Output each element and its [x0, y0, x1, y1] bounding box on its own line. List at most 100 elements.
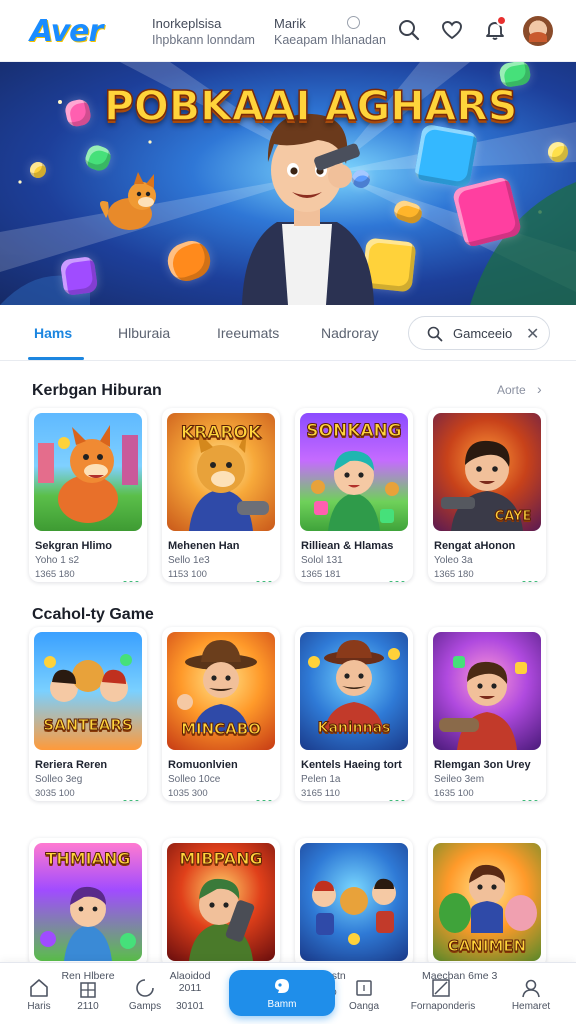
header-menu-2-title: Marik: [274, 16, 306, 31]
game-card[interactable]: CAYE Rengat aHonon Yoleo 3a 1365 180: [428, 408, 546, 582]
header-menu-2[interactable]: Marik Kaeapam Ihlanadan: [274, 16, 386, 48]
game-thumbnail: [34, 413, 142, 531]
game-meta: 3035 100: [35, 788, 75, 799]
more-options-icon[interactable]: [121, 572, 139, 582]
avatar[interactable]: [523, 16, 553, 46]
game-card[interactable]: THMIANG: [29, 838, 147, 968]
game-card[interactable]: MIBPANG: [162, 838, 280, 968]
chevron-right-icon[interactable]: ›: [537, 381, 542, 397]
game-meta: 1365 180: [35, 569, 75, 580]
game-title: Romuonlvien: [168, 759, 238, 771]
section-title: Kerbgan Hiburan: [32, 382, 162, 399]
grid-icon: [80, 982, 96, 998]
nav-forums-label: Fornaponderis: [410, 1001, 476, 1012]
more-options-icon[interactable]: [254, 791, 272, 801]
game-subtitle: Yoho 1 s2: [35, 555, 80, 566]
gem-decoration: [413, 123, 479, 189]
game-thumbnail-text: KRAROK: [180, 423, 262, 444]
header-menu-1[interactable]: Inorkeplsisa Ihpbkann lonndam: [152, 16, 255, 48]
game-thumbnail: THMIANG: [34, 843, 142, 961]
game-thumbnail: [433, 632, 541, 750]
game-title: Mehenen Han: [168, 540, 240, 552]
game-card[interactable]: MINCABO Romuonlvien Solleo 10ce 1035 300: [162, 627, 280, 801]
gem-decoration: [548, 142, 568, 162]
close-icon[interactable]: ✕: [526, 324, 539, 344]
gem-decoration: [59, 255, 99, 297]
game-title: Rlemgan 3on Urey: [434, 759, 531, 771]
nav-activity[interactable]: Alaoidod 2011 30101: [160, 963, 220, 1024]
game-thumbnail-text: SANTEARS: [43, 716, 133, 735]
tab-nadroray[interactable]: Nadroray: [321, 325, 379, 341]
tab-home[interactable]: Hams: [34, 325, 72, 341]
game-card[interactable]: CANIMEN: [428, 838, 546, 968]
game-meta: 1635 100: [434, 788, 474, 799]
search-input-value: Gamceeio: [453, 326, 513, 341]
nav-profile[interactable]: Hemaret: [506, 963, 556, 1024]
game-thumbnail: CAYE: [433, 413, 541, 531]
game-meta: 1365 180: [434, 569, 474, 580]
app-logo[interactable]: Aver: [30, 14, 103, 49]
game-title: Kentels Haeing tort: [301, 759, 402, 771]
gem-decoration: [30, 162, 46, 178]
game-thumbnail: SONKANG: [300, 413, 408, 531]
game-meta: 1365 181: [301, 569, 341, 580]
more-options-icon[interactable]: [520, 791, 538, 801]
game-title: Rilliean & Hlamas: [301, 540, 394, 552]
game-thumbnail: MINCABO: [167, 632, 275, 750]
game-thumbnail: MIBPANG: [167, 843, 275, 961]
game-subtitle: Sello 1e3: [168, 555, 210, 566]
more-options-icon[interactable]: [387, 572, 405, 582]
header-menu-1-title: Inorkeplsisa: [152, 16, 222, 31]
heart-icon[interactable]: [439, 17, 465, 43]
nav-activity-caption: Alaoidod 2011: [169, 970, 211, 994]
section-title: Ccahol-ty Game: [32, 606, 154, 623]
game-subtitle: Solleo 3eg: [35, 774, 83, 785]
more-options-icon[interactable]: [254, 572, 272, 582]
search-input[interactable]: Gamceeio ✕: [408, 316, 550, 350]
nav-hiburan[interactable]: Ren Hlbere 2110: [56, 963, 120, 1024]
nav-play-label: Bamm: [267, 999, 297, 1010]
game-card[interactable]: [295, 838, 413, 968]
game-thumbnail-text: MINCABO: [181, 720, 262, 739]
game-thumbnail-text: THMIANG: [45, 849, 131, 869]
game-card[interactable]: SONKANG Rilliean & Hlamas Solol 131 1365…: [295, 408, 413, 582]
game-thumbnail: SANTEARS: [34, 632, 142, 750]
home-icon: [30, 979, 48, 997]
nav-hiburan-label: 2110: [77, 1001, 99, 1012]
game-subtitle: Solleo 10ce: [168, 774, 221, 785]
header-menu-1-subtitle: Ihpbkann lonndam: [152, 33, 255, 47]
notification-badge: [496, 15, 507, 26]
nav-forums[interactable]: Maecban 6me 3 Fornaponderis: [408, 963, 498, 1024]
game-meta: 3165 110: [301, 788, 340, 799]
game-card[interactable]: Kaninnas Kentels Haeing tort Pelen 1a 31…: [295, 627, 413, 801]
game-thumbnail: CANIMEN: [433, 843, 541, 961]
game-thumbnail: Kaninnas: [300, 632, 408, 750]
play-icon: [275, 979, 289, 993]
game-title: Sekgran Hlimo: [35, 540, 113, 552]
more-options-icon[interactable]: [520, 572, 538, 582]
header-menu-2-subtitle: Kaeapam Ihlanadan: [274, 33, 386, 47]
more-options-icon[interactable]: [121, 791, 139, 801]
nav-oanga-label: Oanga: [348, 1001, 380, 1012]
game-card[interactable]: Rlemgan 3on Urey Seileo 3em 1635 100: [428, 627, 546, 801]
info-icon[interactable]: [347, 16, 360, 29]
game-meta: 1035 300: [168, 788, 208, 799]
game-subtitle: Yoleo 3a: [434, 555, 473, 566]
more-options-icon[interactable]: [387, 791, 405, 801]
see-all-link[interactable]: Aorte: [497, 383, 526, 397]
game-title: Reriera Reren: [35, 759, 108, 771]
game-card[interactable]: SANTEARS Reriera Reren Solleo 3eg 3035 1…: [29, 627, 147, 801]
nav-play-button[interactable]: Bamm: [229, 970, 335, 1016]
game-card[interactable]: KRAROK Mehenen Han Sello 1e3 1153 100: [162, 408, 280, 582]
game-thumbnail-text: CAYE: [494, 509, 532, 525]
game-card[interactable]: Sekgran Hlimo Yoho 1 s2 1365 180: [29, 408, 147, 582]
game-title: Rengat aHonon: [434, 540, 516, 552]
fox-character: [100, 172, 156, 230]
hero-banner[interactable]: POBKAAI AGHARS: [0, 62, 576, 305]
nav-oanga[interactable]: Oanga: [340, 963, 388, 1024]
tab-documents[interactable]: Ireeumats: [217, 325, 279, 341]
game-thumbnail-text: Kaninnas: [317, 720, 391, 737]
search-icon[interactable]: [396, 17, 422, 43]
top-header: Aver Inorkeplsisa Ihpbkann lonndam Marik…: [0, 0, 576, 62]
tab-hiburan[interactable]: Hlburaia: [118, 325, 170, 341]
